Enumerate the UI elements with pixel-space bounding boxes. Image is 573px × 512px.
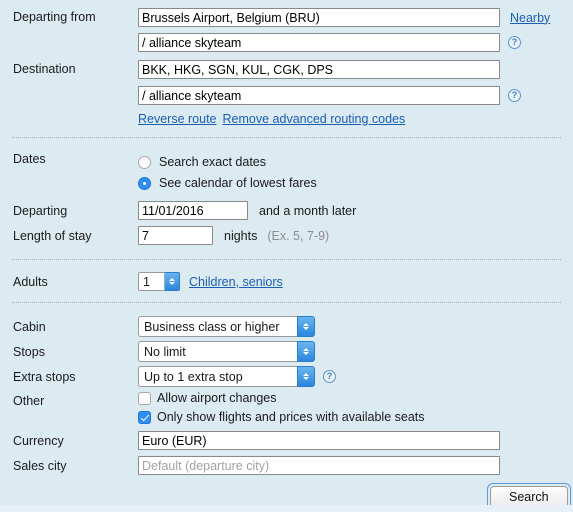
cabin-select-group: Business class or higher — [138, 316, 315, 337]
dates-label: Dates — [13, 152, 46, 166]
stepper-arrows-icon[interactable] — [164, 272, 180, 291]
stops-select[interactable]: No limit — [138, 341, 315, 362]
sales-city-label: Sales city — [13, 459, 67, 473]
departing-from-label: Departing from — [13, 10, 96, 24]
help-icon[interactable]: ? — [508, 89, 521, 102]
checkbox-checked-icon[interactable] — [138, 410, 151, 424]
adults-value[interactable]: 1 — [138, 272, 164, 291]
dates-option-calendar[interactable]: See calendar of lowest fares — [138, 176, 317, 190]
nearby-link[interactable]: Nearby — [510, 11, 550, 25]
currency-group — [138, 431, 500, 450]
other-option-airport-changes-label: Allow airport changes — [157, 391, 277, 405]
help-icon[interactable]: ? — [323, 370, 336, 383]
chevron-up-icon — [169, 277, 175, 281]
cabin-selected-value: Business class or higher — [138, 316, 297, 337]
other-option-available-seats[interactable]: Only show flights and prices with availa… — [138, 410, 425, 424]
departing-from-field-group: Nearby — [138, 8, 550, 27]
length-of-stay-label: Length of stay — [13, 229, 92, 243]
select-arrows-icon[interactable] — [297, 366, 315, 387]
departing-date-suffix: and a month later — [259, 203, 357, 218]
remove-routing-codes-link[interactable]: Remove advanced routing codes — [223, 112, 406, 126]
length-of-stay-group: nights (Ex. 5, 7-9) — [138, 226, 329, 245]
departing-routing-code-group: ? — [138, 33, 521, 52]
chevron-down-icon — [303, 327, 309, 331]
adults-group: 1 Children, seniors — [138, 272, 283, 291]
destination-input[interactable] — [138, 60, 500, 79]
sales-city-group — [138, 456, 500, 475]
chevron-up-icon — [303, 372, 309, 376]
departing-date-input[interactable] — [138, 201, 248, 220]
dates-option-exact-label: Search exact dates — [159, 155, 267, 169]
sales-city-input[interactable] — [138, 456, 500, 475]
radio-icon[interactable] — [138, 155, 151, 169]
children-seniors-link[interactable]: Children, seniors — [189, 275, 283, 289]
destination-routing-code-group: ? — [138, 86, 521, 105]
adults-stepper[interactable]: 1 — [138, 272, 180, 291]
checkbox-icon[interactable] — [138, 391, 151, 405]
departing-date-group: and a month later — [138, 201, 356, 220]
destination-routing-code-input[interactable] — [138, 86, 500, 105]
chevron-up-icon — [303, 347, 309, 351]
cabin-label: Cabin — [13, 320, 46, 334]
other-option-available-seats-label: Only show flights and prices with availa… — [157, 410, 425, 424]
chevron-down-icon — [169, 282, 175, 286]
dates-option-calendar-label: See calendar of lowest fares — [159, 176, 317, 190]
extra-stops-selected-value: Up to 1 extra stop — [138, 366, 297, 387]
destination-field-group — [138, 60, 500, 79]
stops-label: Stops — [13, 345, 45, 359]
chevron-down-icon — [303, 377, 309, 381]
adults-label: Adults — [13, 275, 48, 289]
divider — [12, 259, 561, 260]
divider — [12, 302, 561, 303]
length-of-stay-hint: (Ex. 5, 7-9) — [267, 228, 330, 243]
currency-input[interactable] — [138, 431, 500, 450]
destination-label: Destination — [13, 62, 76, 76]
dates-option-exact[interactable]: Search exact dates — [138, 155, 266, 169]
length-of-stay-unit: nights — [224, 228, 258, 243]
stops-selected-value: No limit — [138, 341, 297, 362]
other-label: Other — [13, 394, 45, 408]
bottom-band — [0, 505, 573, 512]
route-links: Reverse route Remove advanced routing co… — [138, 112, 405, 126]
cabin-select[interactable]: Business class or higher — [138, 316, 315, 337]
reverse-route-link[interactable]: Reverse route — [138, 112, 217, 126]
extra-stops-label: Extra stops — [13, 370, 76, 384]
divider — [12, 137, 561, 138]
extra-stops-select-group: Up to 1 extra stop ? — [138, 366, 336, 387]
select-arrows-icon[interactable] — [297, 316, 315, 337]
chevron-up-icon — [303, 322, 309, 326]
stops-select-group: No limit — [138, 341, 315, 362]
currency-label: Currency — [13, 434, 64, 448]
departing-routing-code-input[interactable] — [138, 33, 500, 52]
radio-selected-icon[interactable] — [138, 176, 151, 190]
chevron-down-icon — [303, 352, 309, 356]
select-arrows-icon[interactable] — [297, 341, 315, 362]
other-option-airport-changes[interactable]: Allow airport changes — [138, 391, 277, 405]
length-of-stay-input[interactable] — [138, 226, 213, 245]
departing-date-label: Departing — [13, 204, 68, 218]
flight-search-form: Departing from Nearby ? Destination ? Re… — [0, 0, 573, 512]
extra-stops-select[interactable]: Up to 1 extra stop — [138, 366, 315, 387]
departing-from-input[interactable] — [138, 8, 500, 27]
help-icon[interactable]: ? — [508, 36, 521, 49]
